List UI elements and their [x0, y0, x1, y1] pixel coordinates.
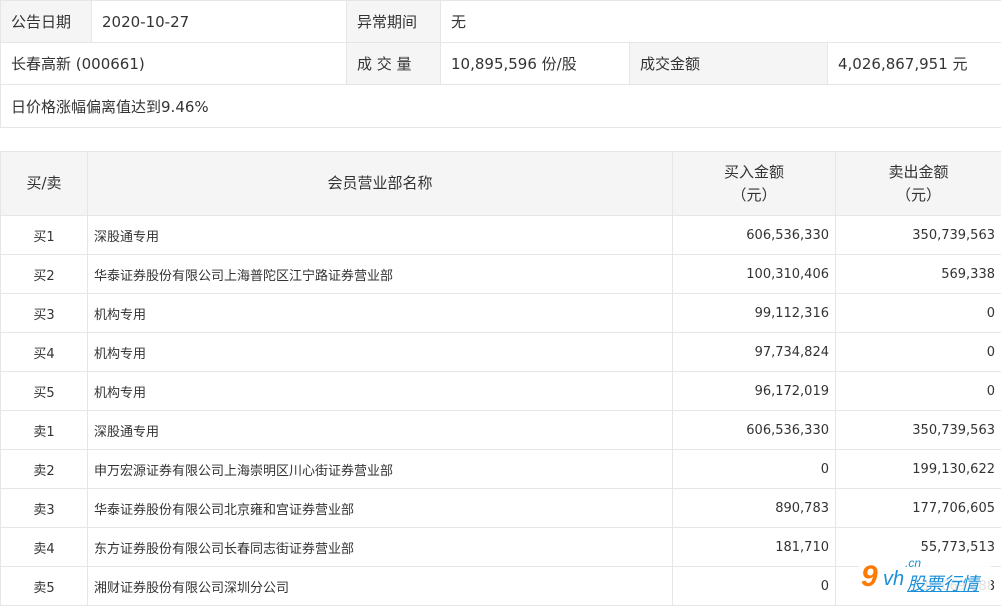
- abnormal-period-label: 异常期间: [347, 1, 441, 43]
- member-header: 会员营业部名称: [88, 152, 673, 216]
- table-row: 卖1 深股通专用 606,536,330 350,739,563: [1, 411, 1001, 450]
- row-side: 买4: [1, 333, 88, 372]
- sell-amount-header-unit: （元）: [842, 184, 995, 207]
- row-sell-amount: 350,739,563: [836, 216, 1001, 255]
- row-side: 卖1: [1, 411, 88, 450]
- table-row: 买3 机构专用 99,112,316 0: [1, 294, 1001, 333]
- row-buy-amount: 96,172,019: [673, 372, 836, 411]
- row-sell-amount: 0: [836, 294, 1001, 333]
- table-row: 买1 深股通专用 606,536,330 350,739,563: [1, 216, 1001, 255]
- volume-value: 10,895,596 份/股: [441, 43, 630, 85]
- row-member: 机构专用: [88, 333, 673, 372]
- row-sell-amount: 350,739,563: [836, 411, 1001, 450]
- row-side: 卖3: [1, 489, 88, 528]
- row-member: 深股通专用: [88, 216, 673, 255]
- volume-label: 成 交 量: [347, 43, 441, 85]
- watermark-text: 股票行情: [907, 570, 979, 596]
- row-side: 买5: [1, 372, 88, 411]
- table-row: 卖3 华泰证券股份有限公司北京雍和宫证券营业部 890,783 177,706,…: [1, 489, 1001, 528]
- row-member: 机构专用: [88, 372, 673, 411]
- table-row: 买4 机构专用 97,734,824 0: [1, 333, 1001, 372]
- row-member: 深股通专用: [88, 411, 673, 450]
- row-sell-amount: 177,706,605: [836, 489, 1001, 528]
- row-side: 买3: [1, 294, 88, 333]
- row-buy-amount: 97,734,824: [673, 333, 836, 372]
- row-side: 买2: [1, 255, 88, 294]
- buy-amount-header: 买入金额 （元）: [673, 152, 836, 216]
- row-buy-amount: 0: [673, 567, 836, 606]
- row-sell-amount: 199,130,622: [836, 450, 1001, 489]
- sell-amount-header: 卖出金额 （元）: [836, 152, 1001, 216]
- side-header: 买/卖: [1, 152, 88, 216]
- row-member: 华泰证券股份有限公司北京雍和宫证券营业部: [88, 489, 673, 528]
- row-buy-amount: 890,783: [673, 489, 836, 528]
- row-sell-amount: 569,338: [836, 255, 1001, 294]
- announce-date-value: 2020-10-27: [92, 1, 347, 43]
- buy-amount-header-label: 买入金额: [679, 161, 829, 184]
- row-buy-amount: 606,536,330: [673, 411, 836, 450]
- info-row-stock: 长春高新 (000661) 成 交 量 10,895,596 份/股 成交金额 …: [1, 43, 1001, 85]
- table-row: 卖4 东方证券股份有限公司长春同志街证券营业部 181,710 55,773,5…: [1, 528, 1001, 567]
- table-row: 卖2 申万宏源证券有限公司上海崇明区川心街证券营业部 0 199,130,622: [1, 450, 1001, 489]
- row-member: 申万宏源证券有限公司上海崇明区川心街证券营业部: [88, 450, 673, 489]
- row-buy-amount: 0: [673, 450, 836, 489]
- table-row: 买2 华泰证券股份有限公司上海普陀区江宁路证券营业部 100,310,406 5…: [1, 255, 1001, 294]
- info-row-date: 公告日期 2020-10-27 异常期间 无: [1, 1, 1001, 43]
- amount-value: 4,026,867,951 元: [828, 43, 1001, 85]
- row-member: 机构专用: [88, 294, 673, 333]
- watermark-vh: vh: [883, 568, 904, 591]
- abnormal-period-value: 无: [441, 1, 1001, 43]
- table-row: 买5 机构专用 96,172,019 0: [1, 372, 1001, 411]
- announce-date-label: 公告日期: [1, 1, 92, 43]
- row-buy-amount: 606,536,330: [673, 216, 836, 255]
- sell-amount-header-label: 卖出金额: [842, 161, 995, 184]
- amount-label: 成交金额: [630, 43, 828, 85]
- watermark-cn: .cn: [905, 556, 921, 570]
- table-row: 卖5 湘财证券股份有限公司深圳分公司 0 38,669,888: [1, 567, 1001, 606]
- stock-name: 长春高新 (000661): [1, 43, 347, 85]
- row-member: 华泰证券股份有限公司上海普陀区江宁路证券营业部: [88, 255, 673, 294]
- watermark-nine: 9: [861, 560, 878, 594]
- row-side: 买1: [1, 216, 88, 255]
- announcement-info-table: 公告日期 2020-10-27 异常期间 无 长春高新 (000661) 成 交…: [0, 0, 1001, 128]
- row-member: 东方证券股份有限公司长春同志街证券营业部: [88, 528, 673, 567]
- row-buy-amount: 99,112,316: [673, 294, 836, 333]
- row-sell-amount: 0: [836, 333, 1001, 372]
- row-buy-amount: 100,310,406: [673, 255, 836, 294]
- trading-seats-table: 买/卖 会员营业部名称 买入金额 （元） 卖出金额 （元） 买1 深股通专用 6…: [0, 151, 1001, 606]
- row-side: 卖4: [1, 528, 88, 567]
- row-buy-amount: 181,710: [673, 528, 836, 567]
- row-sell-amount: 0: [836, 372, 1001, 411]
- info-row-reason: 日价格涨幅偏离值达到9.46%: [1, 85, 1001, 128]
- table-header-row: 买/卖 会员营业部名称 买入金额 （元） 卖出金额 （元）: [1, 152, 1001, 216]
- buy-amount-header-unit: （元）: [679, 184, 829, 207]
- reason-text: 日价格涨幅偏离值达到9.46%: [1, 85, 1001, 128]
- site-watermark-logo: 9 vh .cn 股票行情: [859, 556, 991, 598]
- row-side: 卖2: [1, 450, 88, 489]
- row-side: 卖5: [1, 567, 88, 606]
- row-member: 湘财证券股份有限公司深圳分公司: [88, 567, 673, 606]
